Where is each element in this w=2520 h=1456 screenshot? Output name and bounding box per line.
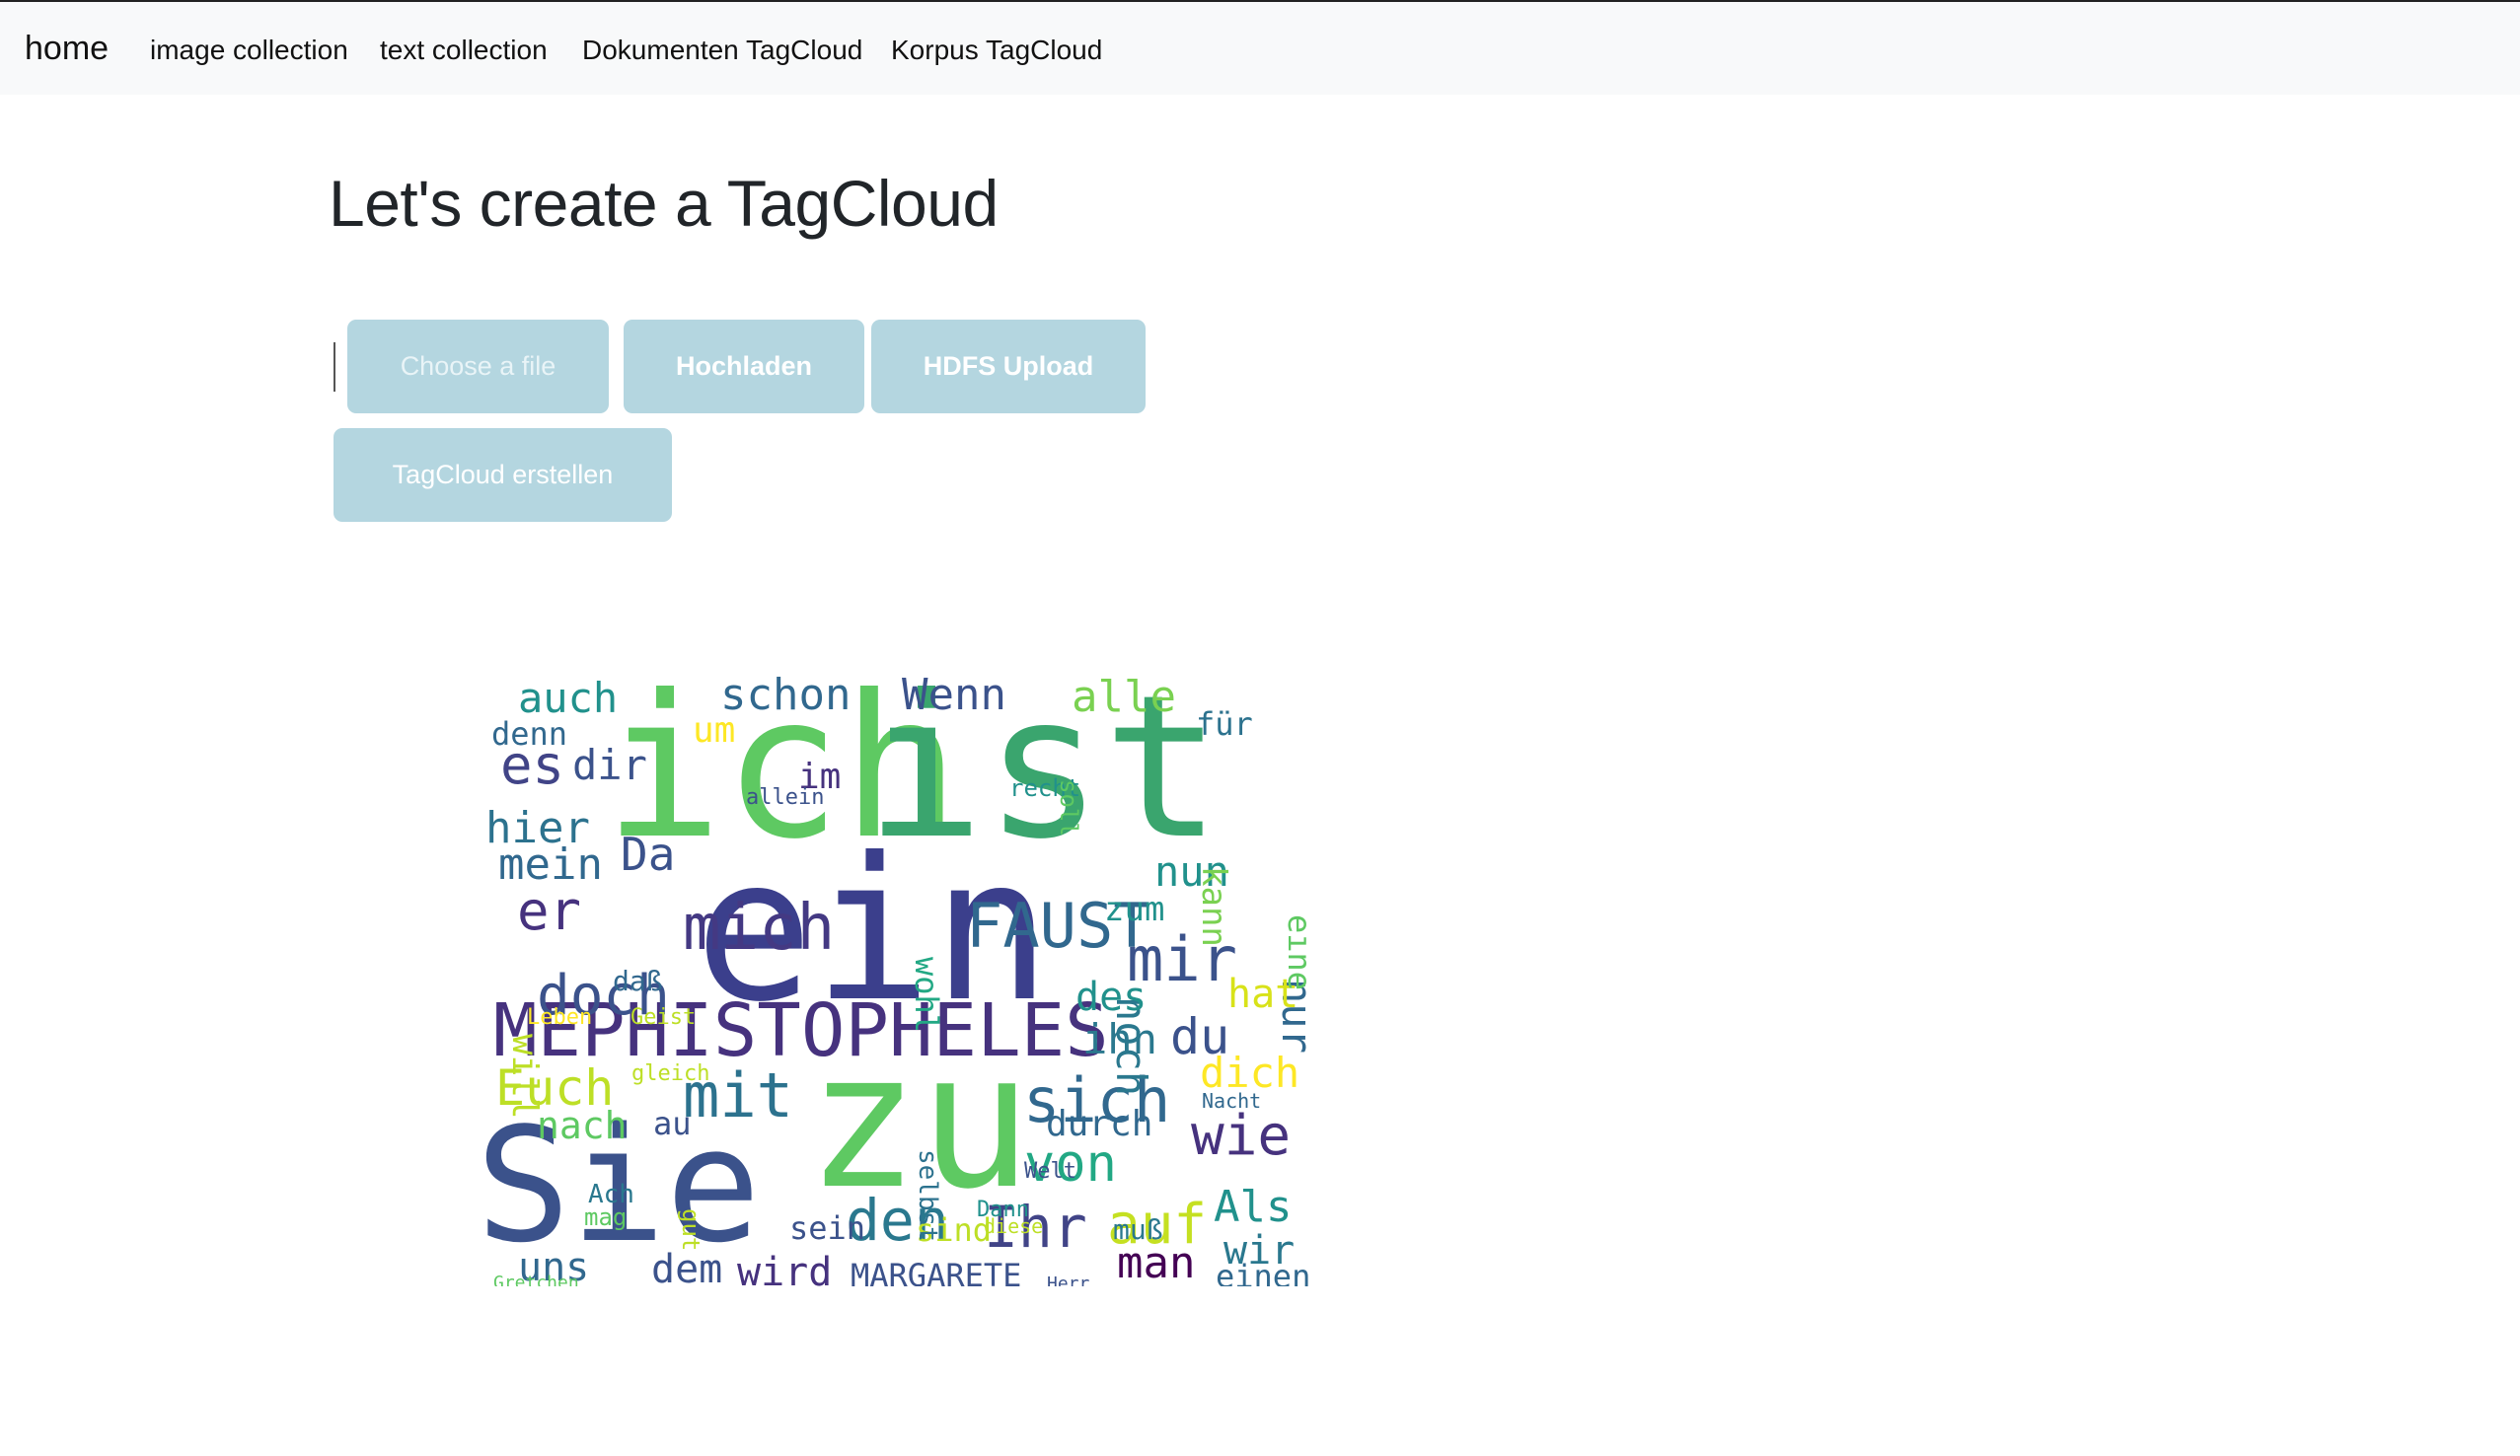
nav-link-dokumenten-tagcloud[interactable]: Dokumenten TagCloud: [582, 35, 862, 66]
tagcloud-word: Nacht: [1202, 1089, 1261, 1113]
tagcloud-word: Leben: [527, 1005, 592, 1030]
tagcloud-word: des: [1075, 975, 1147, 1020]
tagcloud-word: nach: [537, 1104, 628, 1147]
tagcloud-word: soll: [1055, 779, 1082, 837]
tagcloud-word: denn: [491, 715, 567, 753]
tagcloud-word: MARGARETE: [851, 1257, 1021, 1286]
tagcloud-word: Gretchen: [493, 1273, 579, 1286]
tagcloud-word: Als: [1214, 1182, 1292, 1232]
tagcloud-word: eine: [1281, 914, 1308, 990]
tagcloud-word: diese: [984, 1214, 1043, 1238]
tagcloud-word: wird: [737, 1250, 832, 1286]
hdfs-upload-button[interactable]: HDFS Upload: [871, 320, 1146, 413]
tagcloud-word: wohl: [908, 957, 945, 1033]
tagcloud-canvas: ichisteinzuSieMEPHISTOPHELESFAUSTmich mir…: [485, 663, 1308, 1286]
tagcloud-word: für: [1196, 705, 1253, 743]
tagcloud-word: dir: [572, 741, 647, 789]
tagcloud-word: schon: [720, 670, 851, 720]
tagcloud-word: zum: [1104, 890, 1164, 929]
create-tagcloud-button[interactable]: TagCloud erstellen: [334, 428, 672, 522]
tagcloud-word: um: [693, 710, 735, 751]
nav-link-text-collection[interactable]: text collection: [380, 35, 548, 66]
nav-link-image-collection[interactable]: image collection: [150, 35, 348, 66]
tagcloud-word: Welt: [1024, 1159, 1076, 1184]
tagcloud-word: ihn: [1082, 1015, 1157, 1063]
tagcloud-word: alle: [1072, 672, 1176, 722]
tagcloud-word: durch: [1046, 1104, 1152, 1144]
tagcloud-word: Herr: [1047, 1274, 1090, 1286]
tagcloud-word: au: [653, 1105, 692, 1142]
tagcloud-word: einen: [1216, 1258, 1308, 1286]
tagcloud-image: ich ist ein zu Sie MEPHISTOPHELES FAUST mich mir…: [485, 663, 1308, 1286]
tagcloud-word: er: [517, 880, 581, 942]
tagcloud-word: selbst: [913, 1149, 942, 1242]
nav-home-link[interactable]: home: [25, 30, 109, 68]
tagcloud-word: Wenn: [902, 670, 1006, 720]
tagcloud-word: kann: [1194, 866, 1233, 947]
tagcloud-word: allein: [746, 785, 824, 810]
choose-file-button[interactable]: Choose a file: [347, 320, 609, 413]
top-navbar: home image collection text collection Do…: [0, 0, 2520, 95]
tagcloud-word: Geist: [630, 1005, 696, 1030]
tagcloud-word: gut: [677, 1208, 704, 1251]
tagcloud-word: dem: [651, 1247, 722, 1286]
tagcloud-word: sein: [789, 1209, 865, 1247]
tagcloud-word: gleich: [631, 1061, 709, 1086]
tagcloud-word: wie: [1191, 1104, 1291, 1168]
tagcloud-word: muß: [1113, 1213, 1163, 1246]
nav-link-korpus-tagcloud[interactable]: Korpus TagCloud: [891, 35, 1102, 66]
tagcloud-word: daß: [613, 965, 663, 997]
upload-button[interactable]: Hochladen: [624, 320, 864, 413]
page-title: Let's create a TagCloud: [329, 167, 999, 240]
tagcloud-word: Da: [621, 828, 675, 881]
tagcloud-word: mag: [584, 1203, 627, 1231]
file-input-caret: [334, 342, 335, 392]
tagcloud-word: will: [504, 1034, 545, 1120]
tagcloud-word: mich: [683, 892, 835, 965]
